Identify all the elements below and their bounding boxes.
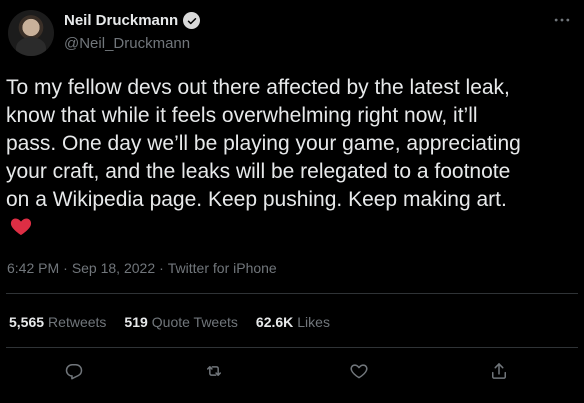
tweet-date[interactable]: Sep 18, 2022 [72, 260, 155, 276]
meta-separator: · [159, 260, 164, 276]
like-icon[interactable] [347, 359, 371, 383]
divider [6, 347, 578, 348]
tweet-meta: 6:42 PM · Sep 18, 2022 · Twitter for iPh… [7, 260, 277, 276]
author-handle[interactable]: @Neil_Druckmann [64, 35, 190, 52]
avatar[interactable] [8, 10, 54, 56]
author-name-row[interactable]: Neil Druckmann [64, 12, 201, 29]
quote-tweets-count: 519 [124, 314, 148, 330]
tweet-source[interactable]: Twitter for iPhone [168, 260, 277, 276]
more-horizontal-icon[interactable] [550, 8, 574, 32]
red-heart-emoji-icon [9, 214, 33, 238]
retweets-count: 5,565 [9, 314, 45, 330]
likes-label: Likes [297, 314, 330, 330]
quote-tweets-stat[interactable]: 519 Quote Tweets [124, 314, 238, 330]
tweet-time[interactable]: 6:42 PM [7, 260, 59, 276]
tweet-actions [0, 357, 584, 385]
verified-badge-icon [183, 12, 201, 29]
tweet-stats: 5,565 Retweets 519 Quote Tweets 62.6K Li… [9, 314, 330, 330]
tweet-text: To my fellow devs out there affected by … [6, 76, 521, 211]
share-icon[interactable] [487, 359, 511, 383]
retweets-stat[interactable]: 5,565 Retweets [9, 314, 106, 330]
meta-separator: · [63, 260, 68, 276]
retweets-label: Retweets [48, 314, 107, 330]
reply-icon[interactable] [62, 359, 86, 383]
retweet-icon[interactable] [202, 359, 226, 383]
quote-tweets-label: Quote Tweets [151, 314, 238, 330]
author-display-name[interactable]: Neil Druckmann [64, 12, 178, 29]
likes-count: 62.6K [255, 314, 294, 330]
divider [6, 293, 578, 294]
likes-stat[interactable]: 62.6K Likes [256, 314, 330, 330]
